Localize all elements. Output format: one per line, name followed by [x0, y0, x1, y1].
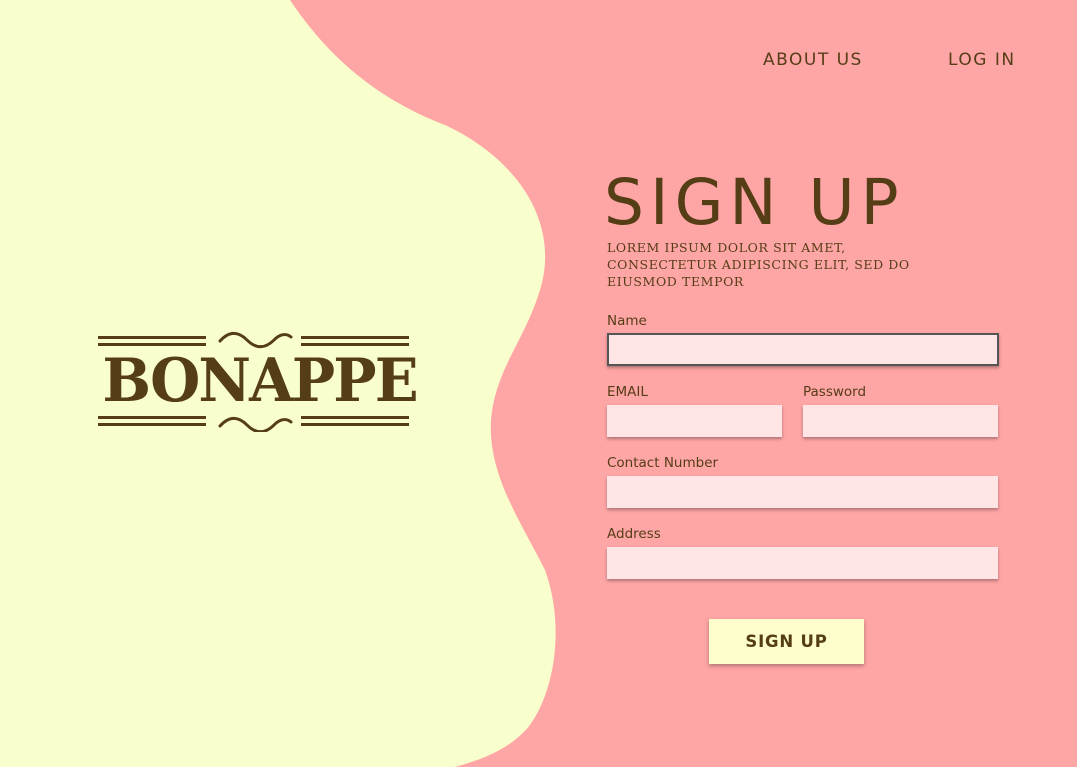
logo-wordmark: BONAPPE [102, 346, 418, 416]
page-title: SIGN UP [604, 166, 905, 239]
bonappe-logo[interactable]: BONAPPE [96, 330, 419, 432]
address-label: Address [607, 526, 661, 542]
nav-log-in-link[interactable]: LOG IN [948, 50, 1016, 70]
sign-up-button[interactable]: SIGN UP [709, 619, 864, 664]
contact-number-label: Contact Number [607, 455, 719, 471]
page-subtitle: Lorem ipsum dolor sit amet, consectetur … [607, 240, 910, 289]
name-label: Name [607, 313, 647, 329]
email-label: EMAIL [607, 384, 648, 400]
nav-about-us-link[interactable]: ABOUT US [763, 50, 863, 70]
address-input[interactable] [607, 547, 998, 579]
password-label: Password [803, 384, 867, 400]
contact-number-input[interactable] [607, 476, 998, 508]
password-input[interactable] [803, 405, 998, 437]
email-input[interactable] [607, 405, 782, 437]
name-input[interactable] [607, 333, 999, 366]
